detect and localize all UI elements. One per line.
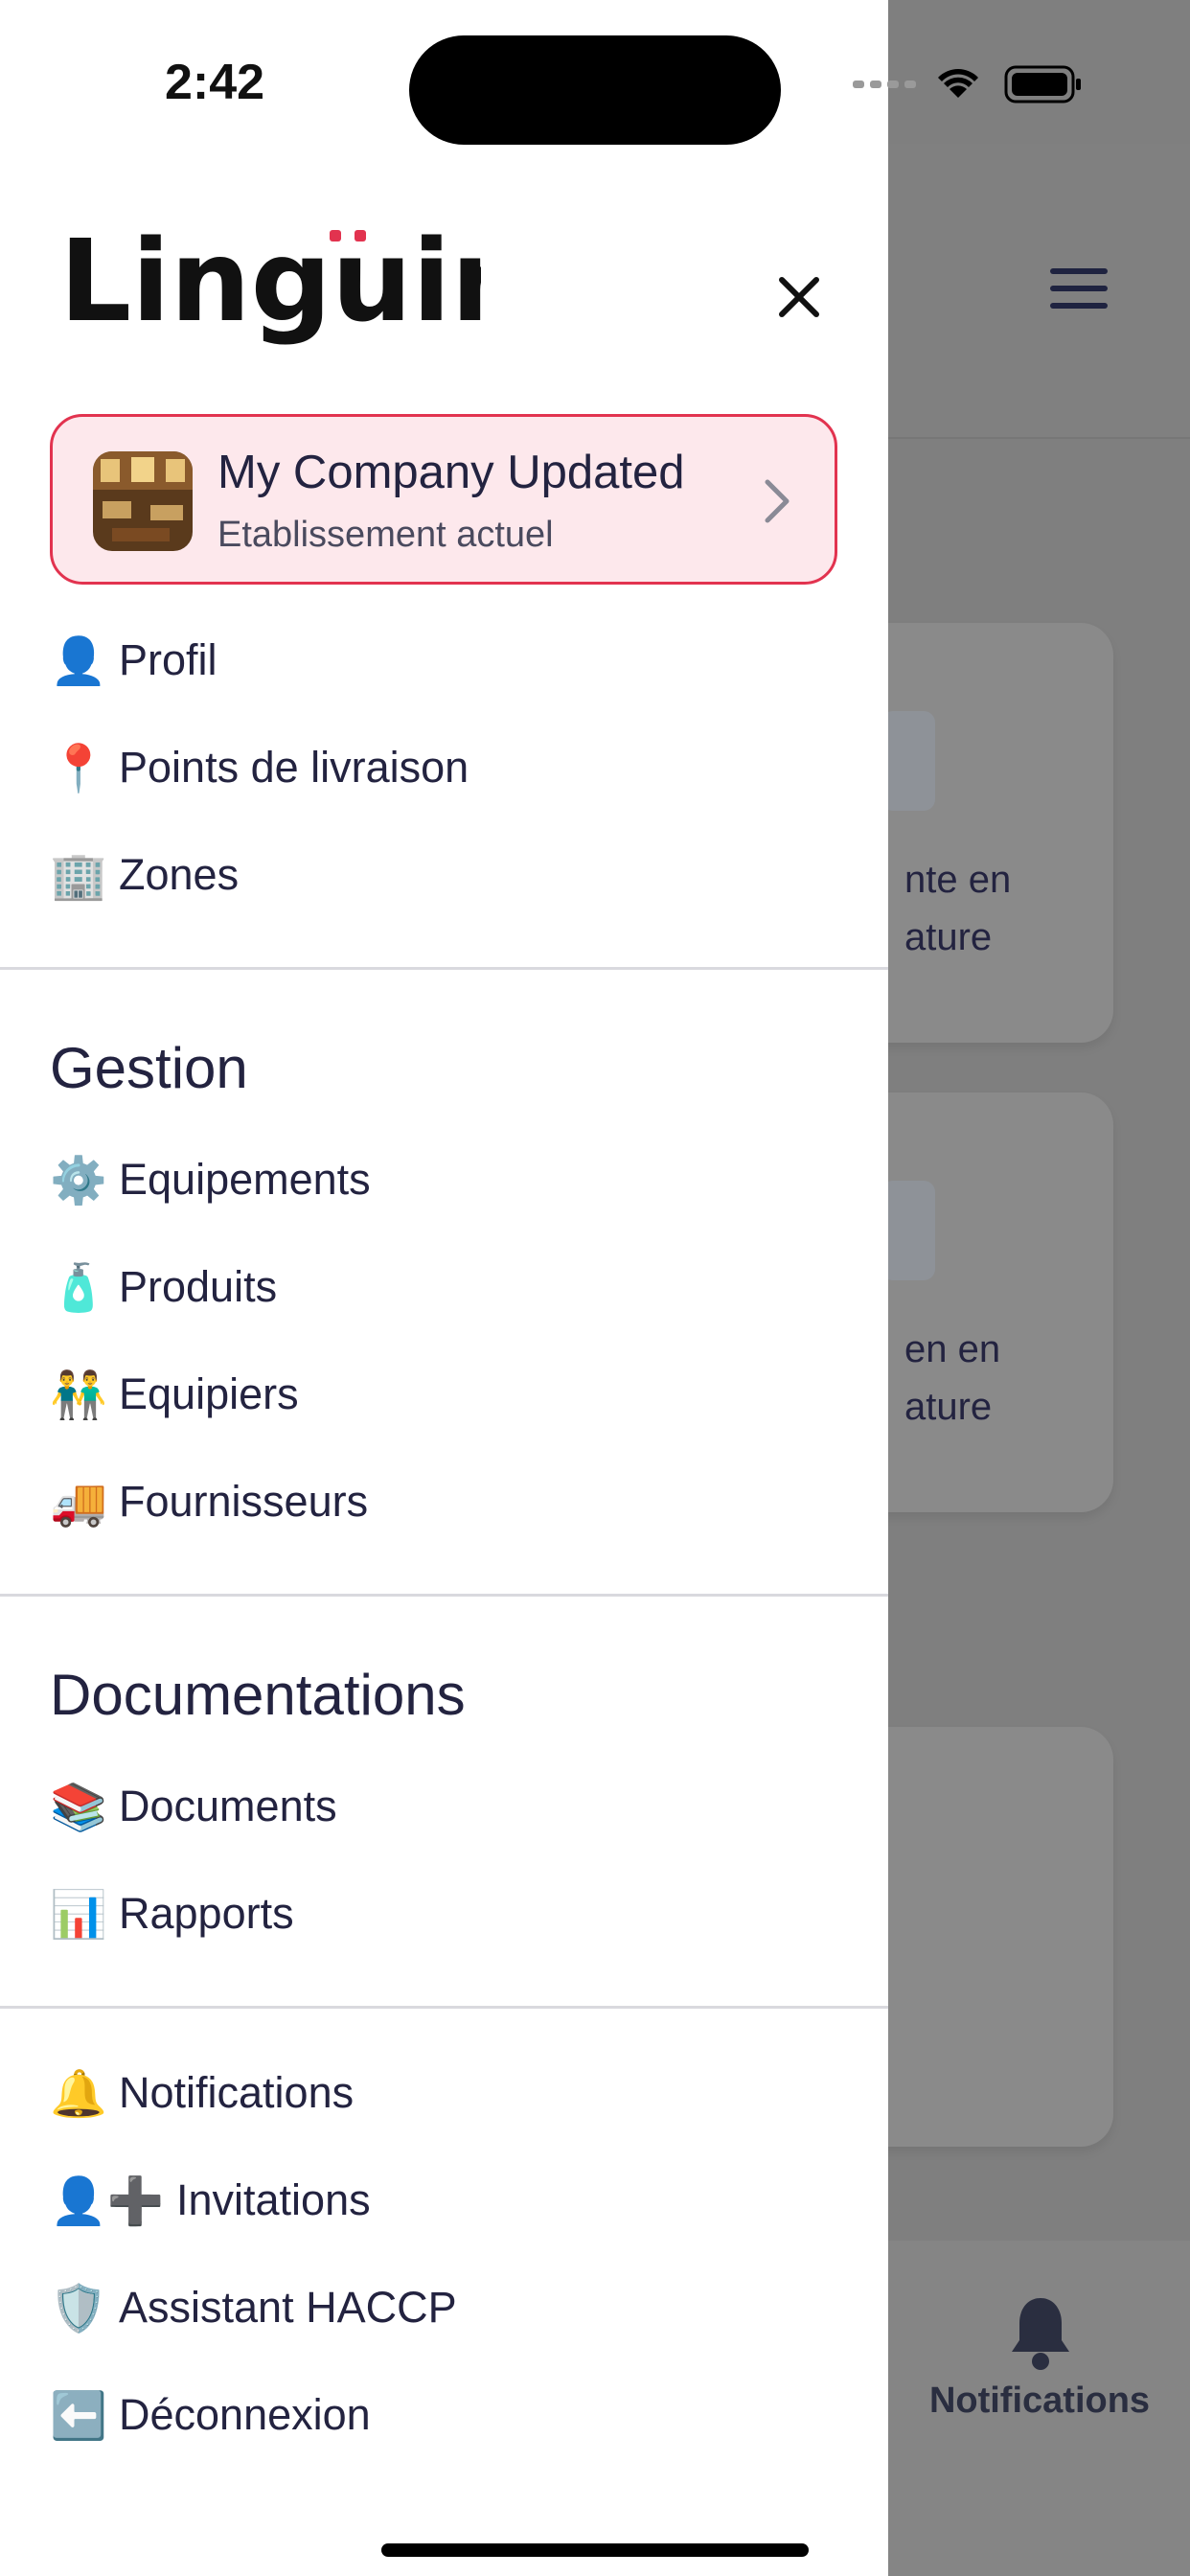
menu-item-deconnexion[interactable]: ⬅️ Déconnexion — [50, 2381, 371, 2449]
divider — [0, 2006, 888, 2009]
menu-item-points-de-livraison[interactable]: 📍 Points de livraison — [50, 734, 469, 801]
lotion-bottle-icon: 🧴 — [50, 1260, 107, 1315]
menu-item-equipiers[interactable]: 👬 Equipiers — [50, 1361, 299, 1428]
menu-item-label: Documents — [119, 1782, 337, 1830]
svg-text:Linguini: Linguini — [59, 224, 481, 347]
section-title-documentations: Documentations — [50, 1663, 466, 1727]
chevron-right-icon — [765, 479, 790, 523]
side-drawer: Linguini My Company Updated Etablissemen… — [0, 0, 888, 2576]
home-indicator[interactable] — [381, 2543, 809, 2557]
close-icon[interactable] — [768, 266, 830, 328]
bell-icon — [1012, 2298, 1069, 2370]
card-text: nte en ature — [904, 859, 1012, 958]
company-subtitle: Etablissement actuel — [217, 515, 554, 555]
divider — [0, 1594, 888, 1597]
building-icon: 🏢 — [50, 848, 107, 903]
team-icon: 👬 — [50, 1368, 107, 1422]
menu-item-rapports[interactable]: 📊 Rapports — [50, 1880, 294, 1947]
back-arrow-icon: ⬅️ — [50, 2388, 107, 2443]
menu-item-label: Assistant HACCP — [119, 2283, 457, 2332]
card-tile — [881, 1181, 935, 1280]
section-title-gestion: Gestion — [50, 1036, 248, 1100]
menu-item-assistant-haccp[interactable]: 🛡️ Assistant HACCP — [50, 2274, 457, 2341]
menu-item-label: Invitations — [176, 2175, 371, 2224]
divider — [0, 967, 888, 970]
menu-item-invitations[interactable]: 👤➕ Invitations — [50, 2167, 371, 2234]
menu-item-zones[interactable]: 🏢 Zones — [50, 841, 239, 908]
current-company-button[interactable]: My Company Updated Etablissement actuel — [50, 414, 837, 585]
add-user-icon: 👤➕ — [50, 2174, 165, 2228]
gear-icon: ⚙️ — [50, 1153, 107, 1208]
status-icons — [853, 65, 1081, 104]
menu-item-label: Déconnexion — [119, 2390, 371, 2439]
menu-item-label: Points de livraison — [119, 743, 469, 792]
menu-item-label: Profil — [119, 635, 217, 684]
screen: nte en ature en en ature Notifications 2… — [0, 0, 1190, 2576]
menu-item-label: Notifications — [119, 2068, 355, 2117]
shield-icon: 🛡️ — [50, 2281, 107, 2335]
menu-item-label: Rapports — [119, 1889, 294, 1938]
battery-icon — [1004, 65, 1081, 104]
bar-chart-icon: 📊 — [50, 1887, 107, 1942]
menu-item-label: Zones — [119, 850, 240, 899]
bell-icon: 🔔 — [50, 2066, 107, 2121]
truck-icon: 🚚 — [50, 1475, 107, 1530]
menu-item-documents[interactable]: 📚 Documents — [50, 1773, 337, 1840]
menu-item-label: Equipements — [119, 1155, 371, 1204]
company-name: My Company Updated — [217, 447, 685, 498]
menu-item-equipements[interactable]: ⚙️ Equipements — [50, 1146, 371, 1213]
signal-icon — [853, 80, 916, 88]
tab-notifications-label: Notifications — [928, 2380, 1151, 2421]
hamburger-menu-icon — [1050, 266, 1108, 310]
books-icon: 📚 — [50, 1780, 107, 1834]
menu-item-label: Produits — [119, 1262, 278, 1311]
menu-item-profil[interactable]: 👤 Profil — [50, 627, 217, 694]
company-avatar — [93, 451, 193, 551]
linguini-logo: Linguini — [59, 224, 481, 347]
wifi-icon — [938, 69, 978, 98]
user-icon: 👤 — [50, 633, 107, 688]
card-tile — [881, 711, 935, 811]
dynamic-island — [409, 35, 781, 145]
menu-item-label: Fournisseurs — [119, 1477, 369, 1526]
card-text: en en ature — [904, 1328, 1001, 1428]
menu-item-notifications[interactable]: 🔔 Notifications — [50, 2059, 354, 2127]
status-time: 2:42 — [165, 55, 265, 110]
menu-item-label: Equipiers — [119, 1369, 299, 1418]
pin-icon: 📍 — [50, 741, 107, 795]
menu-item-produits[interactable]: 🧴 Produits — [50, 1254, 277, 1321]
menu-item-fournisseurs[interactable]: 🚚 Fournisseurs — [50, 1468, 368, 1535]
